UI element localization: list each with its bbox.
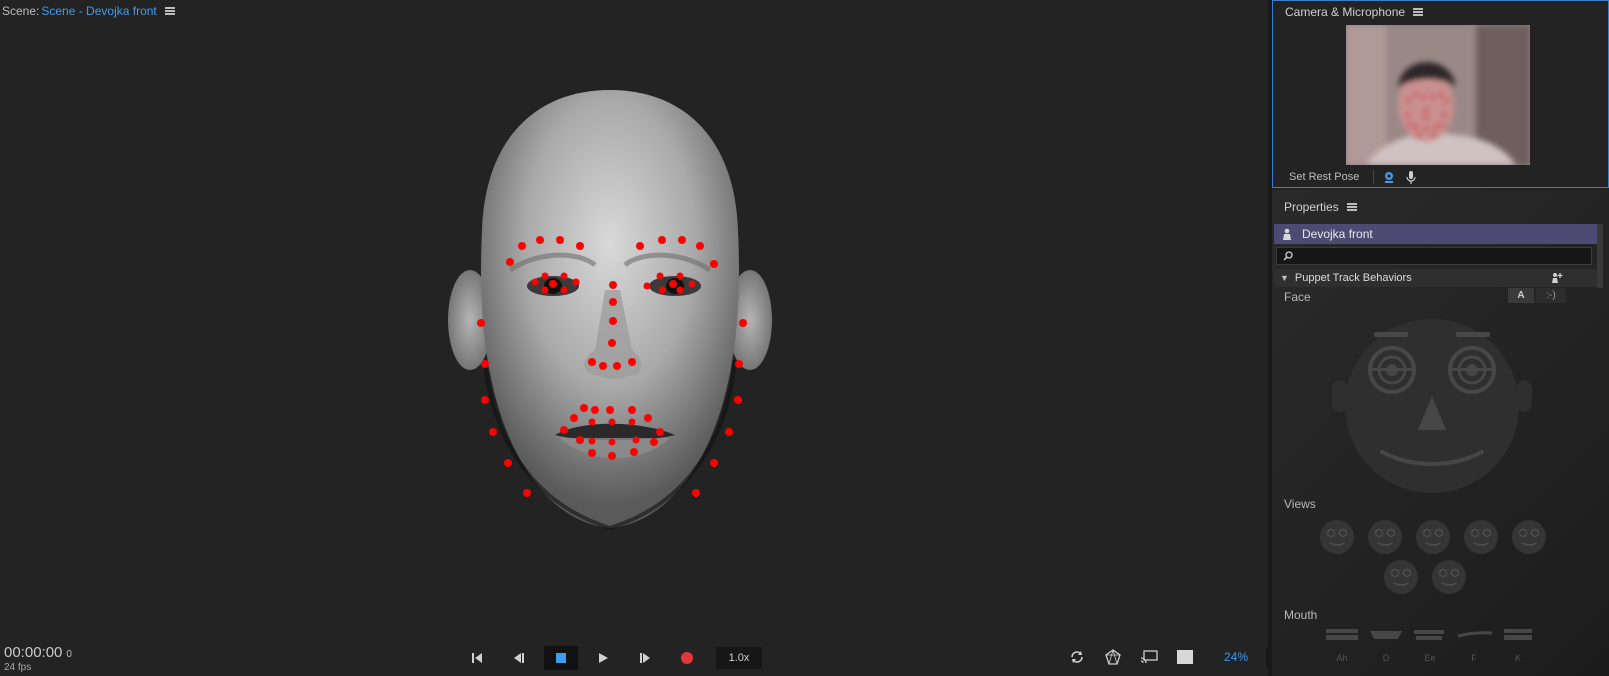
step-forward-button[interactable] bbox=[628, 646, 662, 670]
webcam-preview bbox=[1346, 25, 1530, 165]
cast-icon bbox=[1140, 650, 1158, 664]
loop-icon bbox=[1071, 651, 1083, 663]
mouth-label-ah: Ah bbox=[1336, 653, 1347, 663]
scene-label: Scene: bbox=[2, 4, 40, 18]
camera-panel-title: Camera & Microphone bbox=[1285, 5, 1406, 19]
view-face-icon[interactable] bbox=[1382, 558, 1420, 596]
scene-header: Scene: Scene - Devojka front bbox=[2, 4, 175, 18]
playback-speed[interactable]: 1.0x bbox=[716, 647, 762, 669]
mouth-label-ee: Ee bbox=[1424, 653, 1435, 663]
timecode-value: 00:00:00 bbox=[4, 644, 63, 661]
stop-icon bbox=[556, 653, 566, 663]
set-rest-pose-button[interactable]: Set Rest Pose bbox=[1289, 171, 1359, 183]
background-color-button[interactable] bbox=[1174, 646, 1196, 668]
view-face-icon[interactable] bbox=[1510, 518, 1548, 556]
face-behavior-diagram bbox=[1332, 319, 1532, 493]
properties-header: Properties bbox=[1284, 200, 1357, 214]
puppet-name: Devojka front bbox=[1302, 227, 1373, 241]
behavior-search[interactable] bbox=[1276, 247, 1592, 265]
fps-label: 24 fps bbox=[4, 662, 32, 673]
frame-number: 0 bbox=[66, 649, 72, 660]
properties-title: Properties bbox=[1284, 200, 1339, 214]
microphone-toggle[interactable] bbox=[1404, 170, 1418, 184]
mouth-shape-d[interactable]: D bbox=[1370, 631, 1402, 663]
search-icon bbox=[1283, 251, 1293, 261]
camera-menu-icon[interactable] bbox=[1413, 8, 1424, 16]
camera-panel-header: Camera & Microphone bbox=[1285, 5, 1424, 19]
separator bbox=[1373, 170, 1375, 184]
timecode-display[interactable]: 00:00:00 0 bbox=[4, 644, 72, 661]
record-icon bbox=[681, 652, 693, 664]
play-icon bbox=[599, 653, 608, 663]
face-auto-button[interactable]: A bbox=[1508, 288, 1534, 303]
webcam-toggle[interactable] bbox=[1382, 170, 1396, 184]
mouth-label: Mouth bbox=[1284, 608, 1318, 622]
view-face-icon[interactable] bbox=[1318, 518, 1356, 556]
webcam-icon bbox=[1385, 172, 1394, 183]
face-mode-buttons: A :-) bbox=[1508, 288, 1566, 303]
views-label: Views bbox=[1284, 497, 1316, 511]
polygon-icon bbox=[1105, 649, 1121, 665]
step-back-icon bbox=[514, 653, 524, 663]
mouth-shape-ee[interactable]: Ee bbox=[1414, 630, 1444, 663]
chevron-down-icon: ▼ bbox=[1280, 273, 1289, 283]
face-smile-button[interactable]: :-) bbox=[1536, 288, 1566, 303]
mouth-shape-k[interactable]: K bbox=[1504, 629, 1532, 663]
scene-panel: Scene: Scene - Devojka front 00:00:00 0 … bbox=[0, 0, 1287, 676]
puppet-head bbox=[448, 90, 772, 530]
character-animator-window: Scene: Scene - Devojka front 00:00:00 0 … bbox=[0, 0, 1609, 676]
go-to-start-button[interactable] bbox=[460, 646, 494, 670]
view-face-icon[interactable] bbox=[1414, 518, 1452, 556]
view-face-icon[interactable] bbox=[1430, 558, 1468, 596]
record-button[interactable] bbox=[670, 646, 704, 670]
add-behavior-icon[interactable] bbox=[1551, 272, 1563, 284]
microphone-icon bbox=[1406, 170, 1416, 184]
stop-button[interactable] bbox=[544, 646, 578, 670]
color-swatch bbox=[1177, 650, 1193, 664]
zoom-level[interactable]: 24% bbox=[1224, 650, 1248, 664]
puppet-icon bbox=[1283, 228, 1291, 240]
puppet-track-behaviors-header[interactable]: ▼ Puppet Track Behaviors bbox=[1274, 269, 1597, 287]
loop-button[interactable] bbox=[1066, 646, 1088, 668]
scene-name[interactable]: Scene - Devojka front bbox=[41, 4, 156, 18]
scene-tools: 24% bbox=[1066, 646, 1287, 668]
section-title: Puppet Track Behaviors bbox=[1294, 272, 1412, 284]
camera-controls: Set Rest Pose bbox=[1273, 167, 1608, 187]
view-face-icon[interactable] bbox=[1366, 518, 1404, 556]
mouth-shape-f[interactable]: F bbox=[1457, 631, 1493, 663]
mouth-shapes: Ah D Ee F K bbox=[1326, 629, 1532, 663]
scrollbar[interactable] bbox=[1597, 224, 1603, 288]
step-forward-icon bbox=[640, 653, 650, 663]
step-back-button[interactable] bbox=[502, 646, 536, 670]
properties-panel: Properties Devojka front ▼ Puppet Track … bbox=[1272, 190, 1609, 676]
properties-menu-icon[interactable] bbox=[1346, 203, 1357, 211]
transport-controls: 1.0x bbox=[460, 646, 762, 670]
mouth-shape-ah[interactable]: Ah bbox=[1326, 629, 1358, 663]
skip-start-icon bbox=[472, 653, 482, 663]
camera-microphone-panel: Camera & Microphone Set Rest Pose bbox=[1272, 0, 1609, 188]
cast-button[interactable] bbox=[1138, 646, 1160, 668]
physics-button[interactable] bbox=[1102, 646, 1124, 668]
play-button[interactable] bbox=[586, 646, 620, 670]
mouth-label-d: D bbox=[1383, 653, 1390, 663]
mouth-label-f: F bbox=[1471, 653, 1477, 663]
scene-menu-icon[interactable] bbox=[164, 7, 175, 15]
selected-puppet[interactable]: Devojka front bbox=[1274, 224, 1597, 244]
mouth-label-k: K bbox=[1515, 653, 1521, 663]
face-label: Face bbox=[1284, 290, 1311, 304]
view-face-icon[interactable] bbox=[1462, 518, 1500, 556]
